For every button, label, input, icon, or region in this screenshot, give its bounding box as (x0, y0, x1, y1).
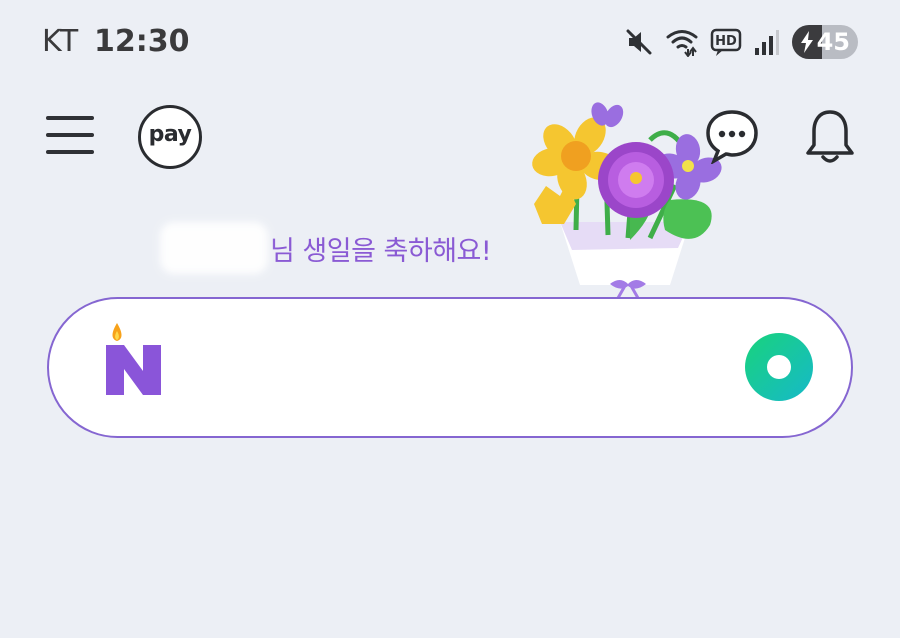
wifi-icon (666, 30, 698, 57)
bell-icon (806, 110, 854, 163)
pay-button[interactable]: pay (138, 105, 202, 169)
pay-label: pay (148, 122, 192, 147)
battery-percent: 45 (816, 28, 850, 56)
birthday-greeting: 님 생일을 축하해요! (160, 218, 492, 278)
hd-label: HD (715, 34, 737, 49)
naver-birthday-candle-logo (106, 323, 161, 395)
carrier-label: KT (42, 24, 79, 59)
mute-icon (626, 29, 652, 55)
greeting-text: 님 생일을 축하해요! (270, 235, 492, 267)
status-clock: 12:30 (94, 24, 190, 59)
search-input[interactable] (189, 339, 713, 399)
hd-voice-icon: HD (710, 28, 742, 56)
blurred-user-name (160, 222, 268, 274)
green-search-icon[interactable] (743, 331, 815, 403)
notifications-button[interactable] (802, 108, 858, 166)
charging-bolt-icon (801, 31, 813, 53)
search-bar[interactable] (47, 297, 853, 438)
signal-icon (755, 30, 779, 55)
status-icons: HD 45 (624, 24, 858, 60)
birthday-bouquet-illustration (532, 102, 722, 299)
chat-bubble-icon (706, 110, 758, 166)
menu-button[interactable] (44, 112, 96, 158)
status-bar: KT 12:30 HD 45 (0, 0, 900, 84)
talk-button[interactable] (704, 108, 760, 166)
battery-icon: 45 (792, 25, 858, 59)
